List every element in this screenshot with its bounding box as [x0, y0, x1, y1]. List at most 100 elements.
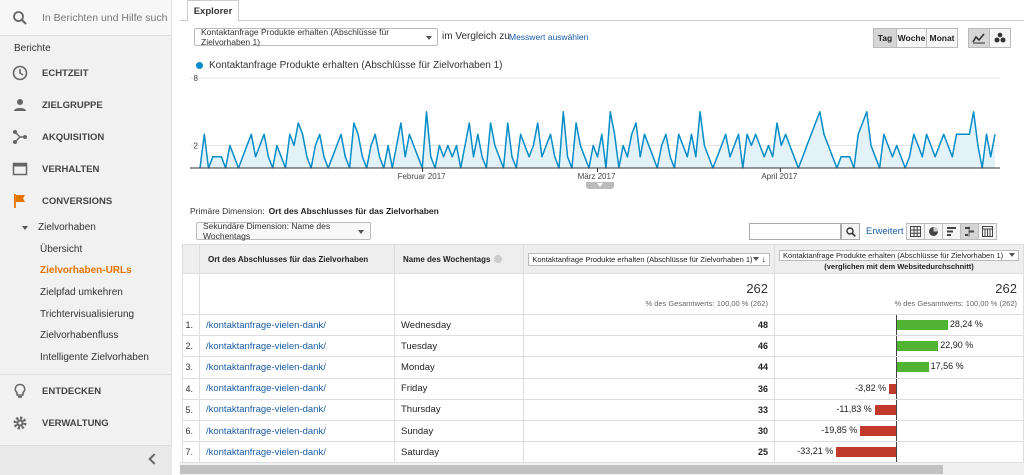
table-search-input[interactable] [749, 223, 841, 240]
table-row: 1./kontaktanfrage-vielen-dank/Wednesday 4… [182, 313, 1024, 337]
sub-intelligente-zielvorhaben[interactable]: Intelligente Zielvorhaben [0, 347, 171, 369]
table-row: 5./kontaktanfrage-vielen-dank/Thursday 33… [182, 398, 1024, 421]
horizontal-scrollbar[interactable] [180, 462, 1024, 475]
row-location-link[interactable]: /kontaktanfrage-vielen-dank/ [198, 377, 395, 400]
comparison-bar [897, 341, 939, 352]
bar-list-icon [947, 227, 956, 236]
total-value: 262 [746, 280, 769, 296]
chart-legend: Kontaktanfrage Produkte erhalten (Abschl… [196, 60, 503, 71]
header-index [182, 244, 200, 274]
scrollbar-thumb[interactable] [180, 465, 943, 474]
search-box[interactable]: In Berichten und Hilfe such [0, 0, 171, 36]
row-comparison: 28,24 % [774, 313, 1024, 337]
legend-dot [196, 62, 203, 69]
row-index: 7. [182, 441, 200, 464]
search-icon [845, 226, 856, 237]
chevron-down-icon [426, 36, 432, 40]
sub-zielvorhaben[interactable]: Zielvorhaben [0, 217, 171, 239]
sub-uebersicht[interactable]: Übersicht [0, 239, 171, 261]
row-weekday: Saturday [393, 441, 525, 464]
sub-trichtervisualisierung[interactable]: Trichtervisualisierung [0, 303, 171, 325]
period-week-button[interactable]: Woche [896, 28, 927, 48]
table-row: 7./kontaktanfrage-vielen-dank/Saturday 25… [182, 441, 1024, 464]
comparison-axis [896, 399, 898, 420]
comparison-percent: -11,83 % [836, 403, 872, 414]
sub-zielpfad-umkehren[interactable]: Zielpfad umkehren [0, 282, 171, 304]
row-location-link[interactable]: /kontaktanfrage-vielen-dank/ [198, 335, 395, 358]
comparison-bar [874, 404, 896, 415]
nav-verwaltung[interactable]: VERWALTUNG [0, 407, 171, 439]
total-subtext: % des Gesamtwerts: 100,00 % (262) [645, 298, 769, 308]
nav-label: CONVERSIONS [42, 195, 113, 207]
nav-echtzeit[interactable]: ECHTZEIT [0, 57, 171, 89]
nav-verhalten[interactable]: VERHALTEN [0, 153, 171, 185]
row-weekday: Monday [393, 356, 525, 379]
sub-label: Zielvorhaben [38, 222, 96, 234]
comparison-percent: -19,85 % [821, 424, 858, 435]
period-day-button[interactable]: Tag [873, 28, 897, 48]
nav-entdecken[interactable]: ENTDECKEN [0, 375, 171, 407]
help-icon[interactable] [494, 255, 503, 264]
table-row: 6./kontaktanfrage-vielen-dank/Sunday 30 -1… [182, 419, 1024, 443]
nav-zielgruppe[interactable]: ZIELGRUPPE [0, 89, 171, 121]
view-pivot-button[interactable] [978, 223, 997, 240]
main-content: Explorer Kontaktanfrage Produkte erhalte… [180, 0, 1024, 475]
metric-column-select[interactable]: Kontaktanfrage Produkte erhalten (Abschl… [528, 252, 771, 266]
row-value: 33 [523, 398, 776, 421]
tab-explorer[interactable]: Explorer [187, 0, 239, 22]
row-index: 2. [182, 335, 200, 358]
view-pie-button[interactable] [924, 223, 943, 240]
lightbulb-icon [14, 383, 26, 398]
header-location[interactable]: Ort des Abschlusses für das Zielvorhaben [198, 244, 395, 274]
chevron-down-icon [358, 230, 364, 234]
timeline-chart[interactable]: 8 2 Februar 2017 März 2017 April 2017 [180, 72, 1024, 190]
advanced-filter-link[interactable]: Erweitert [866, 226, 903, 237]
row-value: 46 [523, 335, 776, 358]
comparison-column-select[interactable]: Kontaktanfrage Produkte erhalten (Abschl… [779, 249, 1019, 261]
search-icon [13, 10, 27, 25]
line-chart-icon [972, 33, 985, 44]
row-location-link[interactable]: /kontaktanfrage-vielen-dank/ [198, 441, 395, 464]
comparison-percent: 17,56 % [930, 361, 964, 372]
view-performance-button[interactable] [942, 223, 961, 240]
chart-resize-handle[interactable] [586, 182, 614, 189]
sub-zielvorhabenfluss[interactable]: Zielvorhabenfluss [0, 325, 171, 347]
sort-arrow-icon[interactable]: ↓ [762, 254, 767, 264]
view-data-button[interactable] [906, 223, 925, 240]
row-value: 25 [523, 441, 776, 464]
row-value: 44 [523, 356, 776, 379]
sub-zielvorhaben-urls[interactable]: Zielvorhaben-URLs [0, 260, 171, 282]
nav-label: AKQUISITION [42, 131, 105, 143]
comparison-bar [836, 447, 896, 458]
row-comparison: -19,85 % [774, 419, 1024, 443]
header-weekday[interactable]: Name des Wochentags [393, 244, 525, 274]
comparison-axis [896, 420, 898, 442]
row-comparison: 22,90 % [774, 335, 1024, 358]
header-comparison: Kontaktanfrage Produkte erhalten (Abschl… [774, 244, 1024, 274]
row-weekday: Wednesday [393, 313, 525, 337]
chevron-down-icon [752, 257, 759, 261]
grid-icon [910, 226, 921, 237]
primary-dimension-value[interactable]: Ort des Abschlusses für das Zielvorhaben [269, 206, 439, 216]
row-location-link[interactable]: /kontaktanfrage-vielen-dank/ [198, 398, 395, 421]
collapse-sidebar-button[interactable] [0, 445, 172, 475]
row-location-link[interactable]: /kontaktanfrage-vielen-dank/ [198, 313, 395, 337]
view-comparison-button[interactable] [960, 223, 979, 240]
secondary-dimension-select[interactable]: Sekundäre Dimension: Name des Wochentags [196, 221, 371, 241]
nav-conversions[interactable]: CONVERSIONS [0, 185, 171, 217]
chart-type-toggle [968, 28, 1011, 48]
period-month-button[interactable]: Monat [926, 28, 958, 48]
metric-select[interactable]: Kontaktanfrage Produkte erhalten (Abschl… [194, 27, 438, 47]
table-row: 3./kontaktanfrage-vielen-dank/Monday 44 17… [182, 356, 1024, 379]
table-search-button[interactable] [841, 223, 860, 240]
row-comparison: 17,56 % [774, 356, 1024, 379]
motion-chart-button[interactable] [989, 28, 1011, 48]
secondary-dimension-value: Sekundäre Dimension: Name des Wochentags [203, 221, 331, 241]
nav-akquisition[interactable]: AKQUISITION [0, 121, 171, 153]
row-location-link[interactable]: /kontaktanfrage-vielen-dank/ [198, 419, 395, 443]
select-metric-link[interactable]: Messwert auswählen [509, 32, 588, 42]
metric-column-label: Kontaktanfrage Produkte erhalten (Abschl… [532, 254, 753, 264]
total-empty [393, 273, 525, 315]
line-chart-button[interactable] [968, 28, 990, 48]
row-location-link[interactable]: /kontaktanfrage-vielen-dank/ [198, 356, 395, 379]
